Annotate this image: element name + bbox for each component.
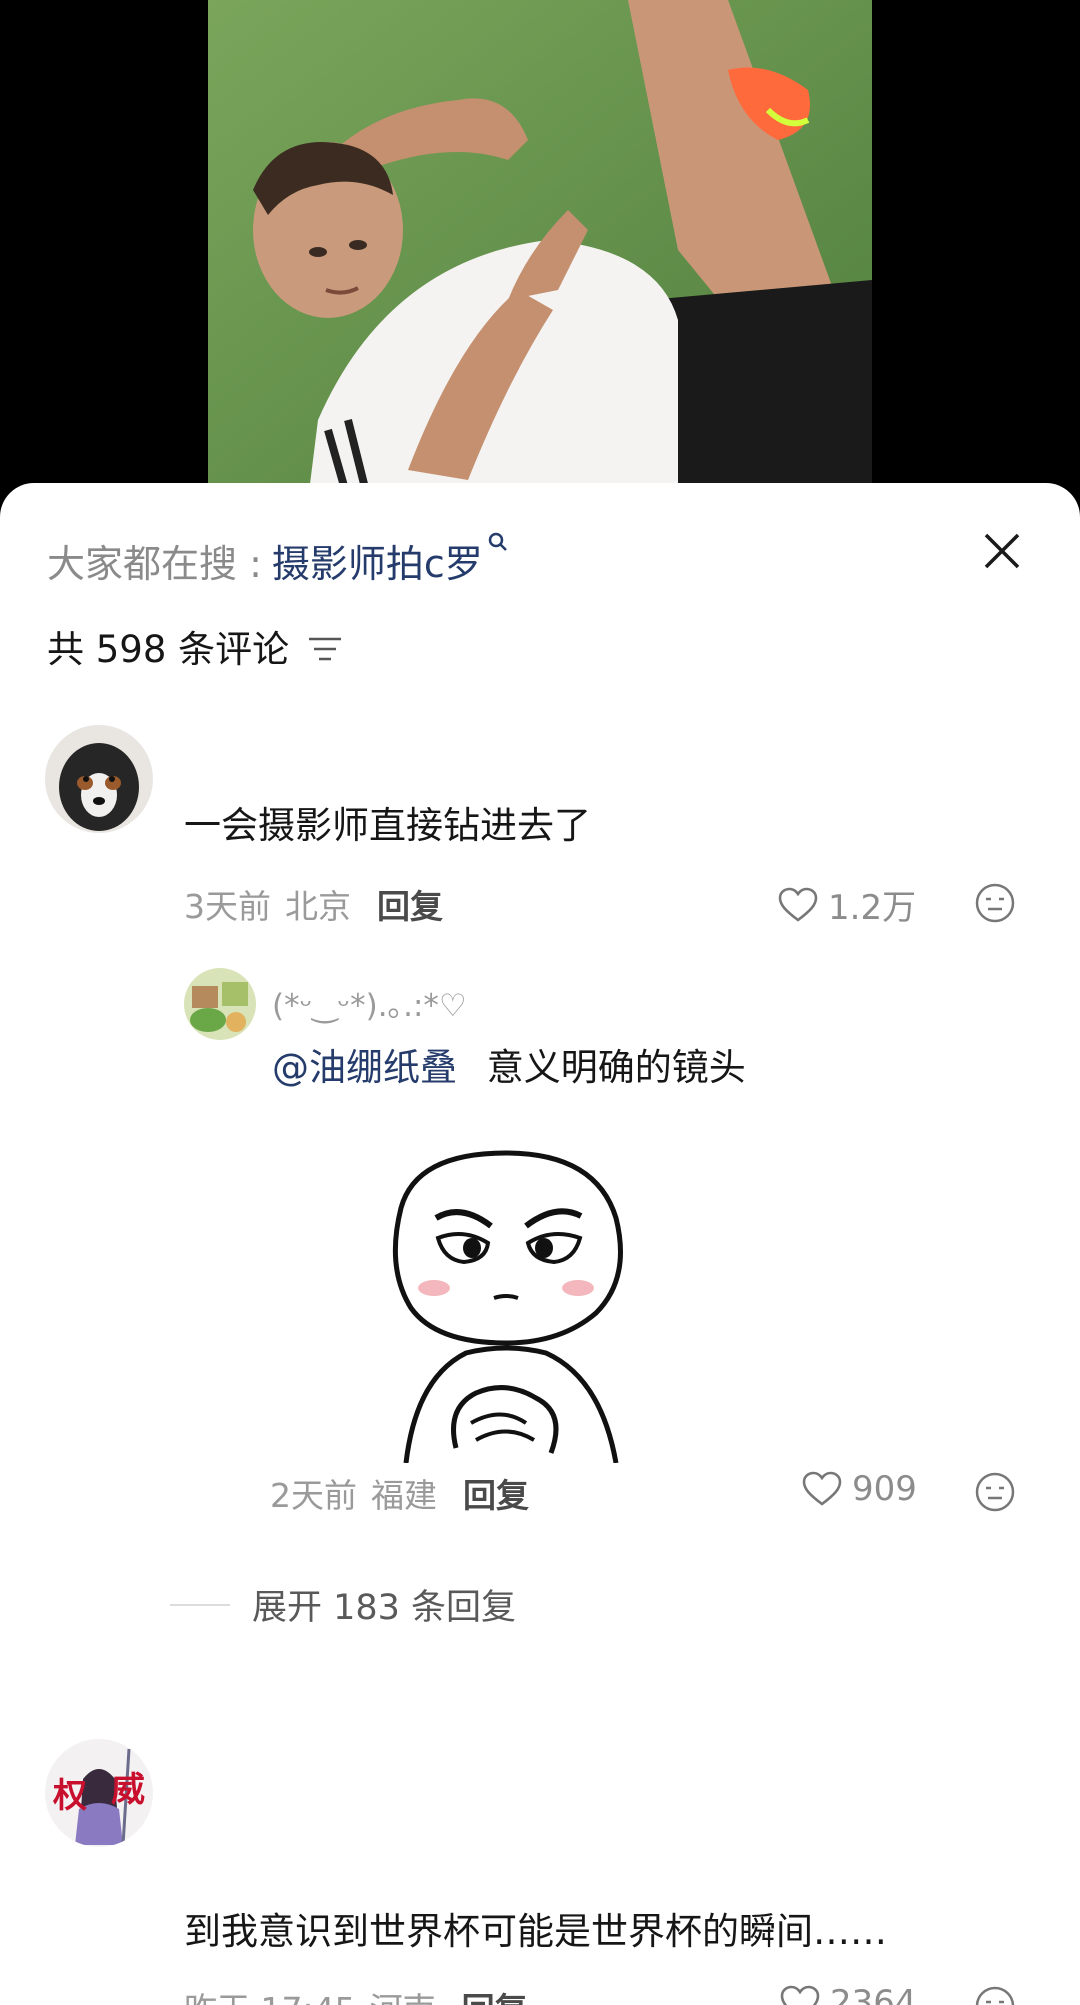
like-button[interactable]: 1.2万: [778, 880, 916, 929]
emoji-reaction-icon[interactable]: [974, 882, 1016, 924]
comment-meta: 昨天 17:45 河南 回复: [184, 1983, 528, 2005]
close-icon: [984, 533, 1020, 569]
hot-search-bar[interactable]: 大家都在搜 : 摄影师拍c罗: [47, 532, 509, 588]
comment-location: 北京: [285, 887, 351, 926]
emoji-reaction-icon[interactable]: [974, 1471, 1016, 1513]
video-player[interactable]: [208, 0, 872, 500]
hot-search-term[interactable]: 摄影师拍c罗: [272, 533, 483, 588]
close-button[interactable]: [978, 527, 1026, 575]
avatar[interactable]: [45, 725, 153, 833]
comment-time: 昨天 17:45: [184, 1983, 356, 2005]
reply-avatar[interactable]: [184, 968, 256, 1040]
reply-button[interactable]: 回复: [377, 880, 443, 928]
mention-link[interactable]: @油绷纸叠: [272, 1046, 457, 1089]
heart-icon: [780, 1985, 820, 2005]
avatar-logo-char-2: 威: [111, 1770, 145, 1810]
hot-search-prefix: 大家都在搜 :: [47, 541, 262, 586]
reply-button[interactable]: 回复: [462, 1983, 528, 2005]
comment-text: 到我意识到世界杯可能是世界杯的瞬间……: [184, 1910, 887, 1953]
character-avatar-image: 权 威: [45, 1739, 153, 1847]
comment-location: 河南: [370, 1983, 436, 2005]
reply-time: 2天前: [270, 1476, 357, 1515]
expand-replies-label: 展开 183 条回复: [252, 1588, 517, 1628]
screen: 大家都在搜 : 摄影师拍c罗 共 598 条评论 一会摄影师直接钻进去了 3天前…: [0, 0, 1080, 2005]
reply-username[interactable]: (*ᵕ‿ᵕ*).｡.:*♡: [272, 980, 467, 1025]
meme-sticker-image[interactable]: [346, 1148, 676, 1463]
reply-like-button[interactable]: 909: [802, 1469, 917, 1509]
expand-divider: [170, 1603, 230, 1606]
like-count: 1.2万: [828, 888, 917, 928]
reply-reply-button[interactable]: 回复: [463, 1469, 529, 1517]
avatar[interactable]: 权 威: [45, 1739, 153, 1847]
dog-avatar-image: [45, 725, 153, 833]
reply-location: 福建: [371, 1476, 437, 1515]
comment-meta: 3天前 北京 回复: [184, 880, 443, 928]
comment-sheet: 大家都在搜 : 摄影师拍c罗 共 598 条评论 一会摄影师直接钻进去了 3天前…: [0, 483, 1080, 2005]
sort-icon[interactable]: [307, 634, 343, 664]
like-count: 2364: [830, 1983, 917, 2005]
expand-replies-button[interactable]: 展开 183 条回复: [170, 1579, 516, 1630]
like-button[interactable]: 2364: [780, 1983, 917, 2005]
heart-icon: [802, 1471, 842, 1506]
reply-like-count: 909: [852, 1469, 917, 1509]
avatar-logo-char-1: 权: [52, 1776, 87, 1816]
search-icon: [488, 532, 507, 551]
reply-text: 意义明确的镜头: [486, 1046, 746, 1089]
heart-icon: [778, 887, 818, 922]
reply-meta: 2天前 福建 回复: [270, 1469, 529, 1517]
emoji-reaction-icon[interactable]: [974, 1985, 1016, 2005]
comment-count-header: 共 598 条评论: [47, 619, 343, 673]
video-frame-illustration: [208, 0, 872, 500]
cartoon-avatar-image: [184, 968, 256, 1040]
comment-count: 共 598 条评论: [47, 628, 290, 671]
reply-text-line: @油绷纸叠 意义明确的镜头: [272, 1037, 746, 1091]
comment-text: 一会摄影师直接钻进去了: [184, 804, 591, 847]
comment-time: 3天前: [184, 887, 271, 926]
